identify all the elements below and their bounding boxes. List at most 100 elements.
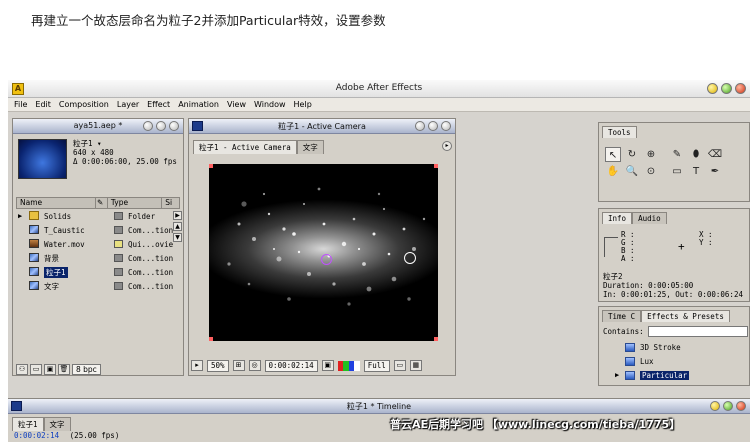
scroll-right-arrow-icon[interactable]: ▶ [173,211,182,220]
effect-item[interactable]: 3D Stroke [611,340,689,354]
orbit-camera-tool-icon[interactable]: ⊕ [643,147,659,162]
new-folder-icon[interactable]: ▭ [30,363,42,375]
tab-timeline-text[interactable]: 文字 [43,417,71,431]
pan-behind-tool-icon[interactable]: ⊙ [643,164,659,179]
zoom-tool-icon[interactable]: 🔍 [624,164,640,179]
label-color-swatch[interactable] [114,254,123,262]
info-tabs: Info Audio [602,212,667,224]
timeline-maximize-button[interactable] [723,401,733,411]
label-color-swatch[interactable] [114,282,123,290]
composition-viewer[interactable] [209,164,438,341]
menu-layer[interactable]: Layer [117,100,139,109]
hand-tool-icon[interactable]: ✋ [605,164,621,179]
effect-item[interactable]: Lux [611,354,689,368]
trash-icon[interactable]: 🗑 [58,363,70,375]
label-column-icon[interactable]: ✎ [96,198,108,208]
menu-composition[interactable]: Composition [59,100,109,109]
emitter-position-icon[interactable] [321,254,332,265]
tab-info[interactable]: Info [602,212,633,224]
effect-item-selected[interactable]: ▶ Particular [611,368,690,382]
project-close-button[interactable] [169,121,179,131]
always-preview-icon[interactable]: ▸ [191,360,203,371]
rotate-tool-icon[interactable]: ↻ [624,147,640,162]
clone-stamp-tool-icon[interactable]: ⬮ [688,147,704,162]
column-size[interactable]: Si [162,198,179,208]
scroll-up-arrow-icon[interactable]: ▲ [173,222,182,231]
project-item[interactable]: 背景 Com...tion [16,251,180,265]
new-comp-icon[interactable]: ▣ [44,363,56,375]
minimize-button[interactable] [707,83,718,94]
anchor-crosshair-icon[interactable] [404,252,416,264]
project-item[interactable]: T_Caustic Com...tion [16,223,180,237]
expand-arrow-icon[interactable]: ▶ [615,371,619,379]
label-color-swatch[interactable] [114,226,123,234]
flowchart-icon[interactable]: ⚇ [16,363,28,375]
menu-help[interactable]: Help [294,100,312,109]
column-type[interactable]: Type [108,198,163,208]
timeline-current-time[interactable]: 0:00:02:14 [14,431,59,440]
maximize-button[interactable] [721,83,732,94]
contains-input[interactable] [647,326,748,337]
tab-time-controls[interactable]: Time C [602,310,642,322]
close-button[interactable] [735,83,746,94]
rectangle-mask-tool-icon[interactable]: ▭ [669,164,685,179]
panel-menu-icon[interactable]: ▸ [442,141,452,151]
pen-tool-icon[interactable]: ✒ [707,164,723,179]
tab-active-camera[interactable]: 粒子1 - Active Camera [193,140,297,154]
region-of-interest-icon[interactable]: ▭ [393,360,406,371]
label-color-swatch[interactable] [114,212,123,220]
project-item-info: 粒子1 ▾ 640 x 480 Δ 0:00:06:00, 25.00 fps [73,139,177,166]
column-name[interactable]: Name [17,198,96,208]
current-time[interactable]: 0:00:02:14 [264,359,318,372]
menu-file[interactable]: File [14,100,27,109]
menu-effect[interactable]: Effect [147,100,170,109]
menu-window[interactable]: Window [254,100,286,109]
project-maximize-button[interactable] [156,121,166,131]
comp-corner-handle[interactable] [209,337,213,341]
color-channels-icon[interactable] [337,360,360,371]
label-color-swatch[interactable] [114,268,123,276]
project-item[interactable]: Water.mov Qui...ovie [16,237,180,251]
scroll-down-arrow-icon[interactable]: ▼ [173,233,182,242]
project-item-name: 背景 [44,253,59,263]
tab-text-comp[interactable]: 文字 [296,140,324,154]
type-tool-icon[interactable]: T [688,164,704,179]
composition-footer: ▸ 50% ⊞ ◎ 0:00:02:14 ▣ Full ▭ ▦ [191,359,453,372]
project-minimize-button[interactable] [143,121,153,131]
bit-depth-button[interactable]: 8 bpc [72,363,101,375]
expand-arrow-icon[interactable]: ▶ [18,212,22,220]
comp-corner-handle[interactable] [434,337,438,341]
tab-tools[interactable]: Tools [602,126,637,138]
transparency-grid-icon[interactable]: ▦ [409,360,422,371]
tab-timeline-particle1[interactable]: 粒子1 [12,417,44,431]
comp-corner-handle[interactable] [434,164,438,168]
label-color-swatch[interactable] [114,240,123,248]
eraser-tool-icon[interactable]: ⌫ [707,147,723,162]
tab-effects-presets[interactable]: Effects & Presets [641,310,730,322]
brush-tool-icon[interactable]: ✎ [669,147,685,162]
project-info-name[interactable]: 粒子1 ▾ [73,139,177,148]
composition-maximize-button[interactable] [428,121,438,131]
resolution-select[interactable]: Full [363,359,390,372]
project-item-selected[interactable]: 粒子1 Com...tion [16,265,180,279]
menu-animation[interactable]: Animation [178,100,219,109]
composition-close-button[interactable] [441,121,451,131]
effect-icon [625,370,635,380]
selection-tool-icon[interactable]: ↖ [605,147,621,162]
project-item[interactable]: 文字 Com...tion [16,279,180,293]
tab-audio[interactable]: Audio [632,212,667,224]
composition-icon [29,225,39,234]
safe-zones-icon[interactable]: ⊞ [232,360,245,371]
timeline-close-button[interactable] [736,401,746,411]
project-item[interactable]: ▶ Solids Folder [16,209,180,223]
snapshot-icon[interactable]: ◎ [248,360,261,371]
menu-edit[interactable]: Edit [35,100,51,109]
zoom-select[interactable]: 50% [207,359,229,372]
menu-view[interactable]: View [227,100,246,109]
comp-corner-handle[interactable] [209,164,213,168]
composition-minimize-button[interactable] [415,121,425,131]
timeline-minimize-button[interactable] [710,401,720,411]
project-info-duration: Δ 0:00:06:00, 25.00 fps [73,157,177,166]
project-item-type: Folder [128,211,156,221]
camera-icon[interactable]: ▣ [321,360,334,371]
